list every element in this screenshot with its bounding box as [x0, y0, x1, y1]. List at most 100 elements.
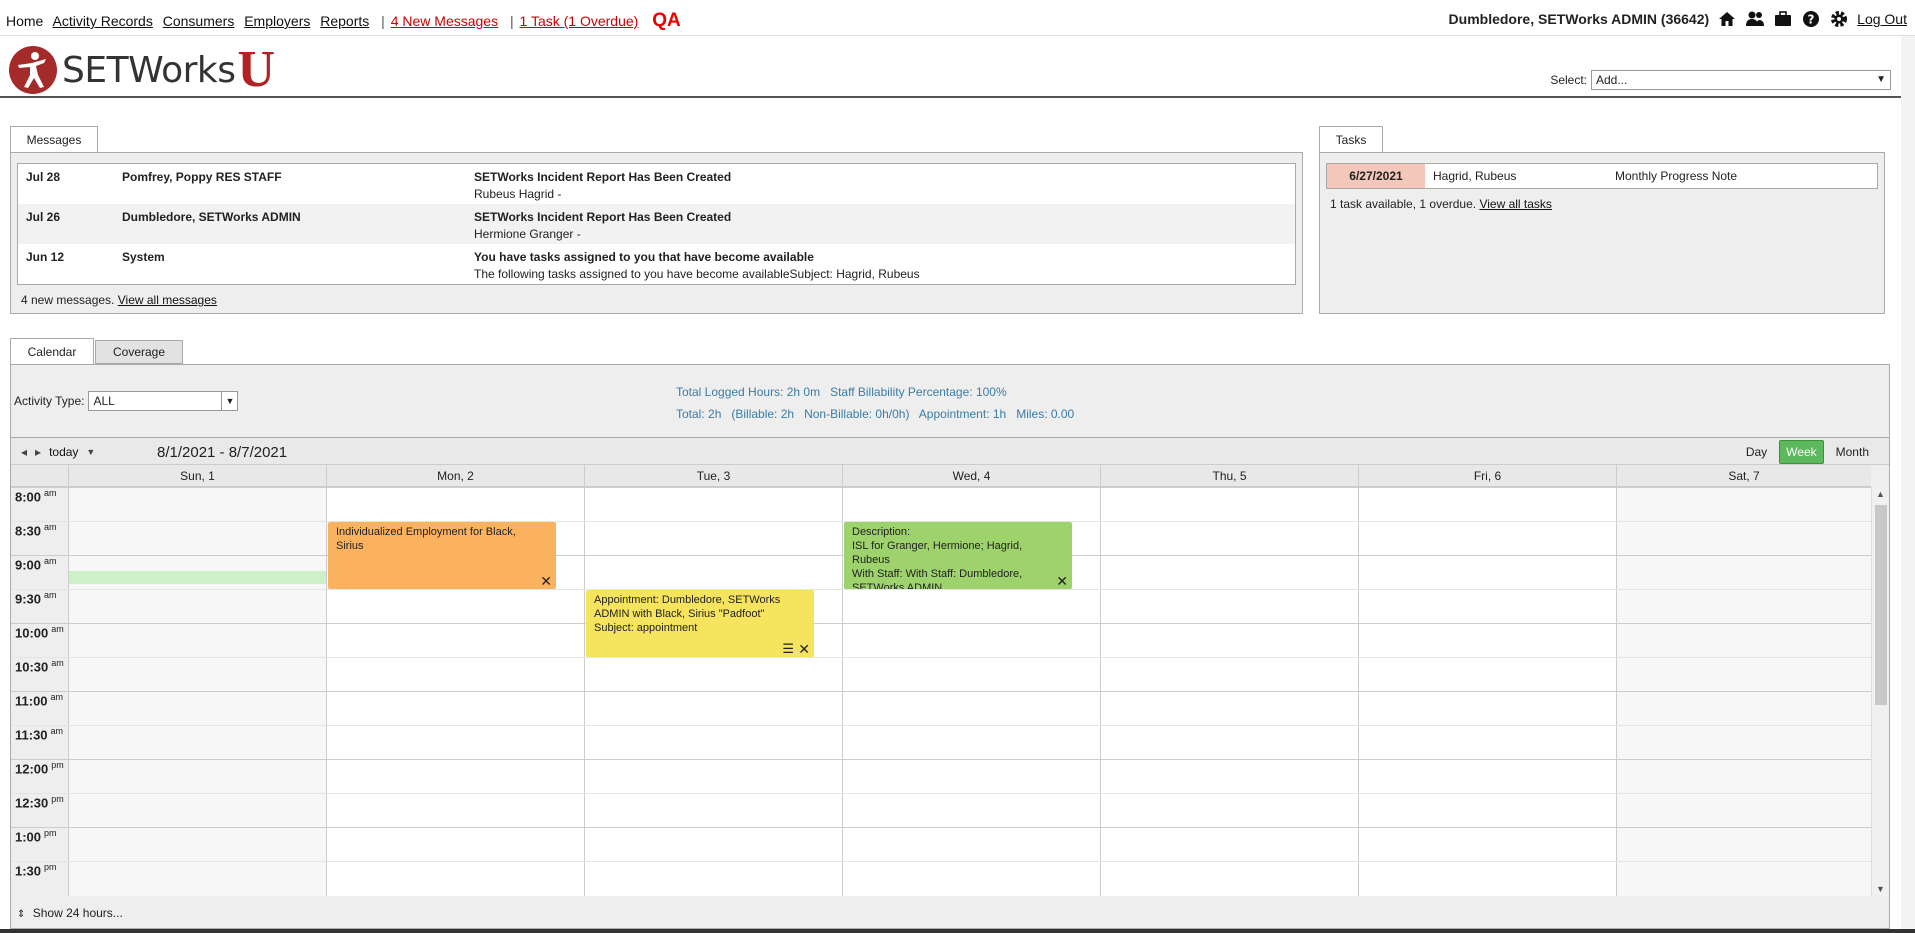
event-menu-icon[interactable]: ☰	[782, 642, 794, 656]
help-icon[interactable]: ?	[1801, 9, 1821, 29]
day-header-sat: Sat, 7	[1616, 465, 1871, 486]
close-icon[interactable]: ✕	[798, 642, 810, 656]
time-slot-row[interactable]: 10:30 am	[11, 657, 1871, 692]
scroll-up-icon[interactable]: ▲	[1876, 489, 1885, 499]
message-subject: SETWorks Incident Report Has Been Create…	[474, 170, 732, 184]
time-value: 1:00	[15, 829, 42, 845]
time-slot-row[interactable]: 8:00 am	[11, 487, 1871, 522]
user-name: Dumbledore, SETWorks ADMIN (36642)	[1448, 11, 1710, 27]
view-month-button[interactable]: Month	[1830, 440, 1875, 464]
message-from: Dumbledore, SETWorks ADMIN	[122, 210, 301, 224]
prev-week-icon[interactable]: ◂	[21, 445, 27, 459]
time-slot-row[interactable]: 11:00 am	[11, 691, 1871, 726]
time-slot-row[interactable]: 1:00 pm	[11, 827, 1871, 862]
logout-link[interactable]: Log Out	[1857, 11, 1907, 27]
time-value: 1:30	[15, 863, 42, 879]
top-nav: Home Activity Records Consumers Employer…	[0, 0, 1915, 36]
time-ampm: am	[51, 658, 64, 668]
day-header: Sun, 1 Mon, 2 Tue, 3 Wed, 4 Thu, 5 Fri, …	[11, 465, 1871, 487]
calendar-event[interactable]: Appointment: Dumbledore, SETWorks ADMIN w…	[586, 590, 814, 657]
message-subject: SETWorks Incident Report Has Been Create…	[474, 210, 732, 224]
time-slot-row[interactable]: 11:30 am	[11, 725, 1871, 760]
nav-tasks[interactable]: 1 Task (1 Overdue)	[520, 13, 639, 29]
view-all-messages-link[interactable]: View all messages	[118, 293, 217, 307]
event-text: SETWorks ADMIN	[852, 582, 943, 589]
page-scrollbar[interactable]	[1901, 36, 1915, 929]
activity-type-select[interactable]: ALL ▼	[88, 391, 239, 411]
activity-type-value: ALL	[93, 394, 115, 408]
messages-footer: 4 new messages. View all messages	[21, 293, 217, 307]
message-row[interactable]: Jul 26 Dumbledore, SETWorks ADMIN SETWor…	[18, 204, 1295, 244]
message-row[interactable]: Jul 28 Pomfrey, Poppy RES STAFF SETWorks…	[18, 164, 1295, 204]
time-ampm: am	[44, 522, 57, 532]
close-icon[interactable]: ✕	[540, 574, 552, 588]
time-value: 12:30	[15, 795, 49, 811]
calendar-scrollbar[interactable]: ▲ ▼	[1871, 487, 1889, 896]
tab-coverage[interactable]: Coverage	[95, 340, 183, 364]
time-ampm: am	[44, 488, 57, 498]
time-slot-row[interactable]: 12:30 pm	[11, 793, 1871, 828]
nav-employers[interactable]: Employers	[244, 13, 310, 29]
nav-new-messages[interactable]: 4 New Messages	[391, 13, 498, 29]
tab-calendar[interactable]: Calendar	[10, 338, 94, 364]
nav-home[interactable]: Home	[6, 13, 43, 29]
user-box: Dumbledore, SETWorks ADMIN (36642) ? Log…	[1449, 9, 1907, 29]
time-value: 8:30	[15, 523, 42, 539]
briefcase-icon[interactable]	[1773, 9, 1793, 29]
time-slot-row[interactable]: 10:00 am	[11, 623, 1871, 658]
bottom-edge	[0, 929, 1915, 933]
calendar-nav: ◂ ▸ today ▼	[21, 445, 103, 459]
scroll-down-icon[interactable]: ▼	[1876, 884, 1885, 894]
scrollbar-thumb[interactable]	[1875, 505, 1887, 705]
qa-badge: QA	[652, 10, 681, 31]
nav-consumers[interactable]: Consumers	[163, 13, 235, 29]
message-row[interactable]: Jun 12 System You have tasks assigned to…	[18, 244, 1295, 284]
view-week-button[interactable]: Week	[1779, 440, 1824, 464]
time-ampm: pm	[44, 862, 57, 872]
event-text: Description:	[852, 526, 911, 538]
view-all-tasks-link[interactable]: View all tasks	[1479, 197, 1551, 211]
task-row[interactable]: 6/27/2021 Hagrid, Rubeus Monthly Progres…	[1326, 163, 1878, 189]
tab-tasks[interactable]: Tasks	[1319, 126, 1383, 152]
svg-text:?: ?	[1808, 13, 1815, 27]
message-body: Hermione Granger -	[474, 227, 581, 241]
view-day-button[interactable]: Day	[1740, 440, 1773, 464]
activity-type-filter: Activity Type: ALL ▼	[14, 391, 239, 411]
today-button[interactable]: today	[49, 445, 78, 459]
message-subject-block: You have tasks assigned to you that have…	[474, 250, 920, 284]
time-ampm: am	[44, 590, 57, 600]
time-value: 11:30	[15, 727, 48, 743]
next-week-icon[interactable]: ▸	[35, 445, 41, 459]
calendar-event[interactable]: Individualized Employment for Black, Siri…	[328, 522, 556, 589]
time-slot-row[interactable]: 9:30 am	[11, 589, 1871, 624]
date-range: 8/1/2021 - 8/7/2021	[157, 444, 288, 461]
task-name: Monthly Progress Note	[1615, 169, 1738, 183]
add-select[interactable]: Add... ▼	[1591, 70, 1891, 90]
message-date: Jun 12	[26, 250, 65, 264]
time-ampm: am	[50, 692, 64, 702]
close-icon[interactable]: ✕	[1056, 574, 1068, 588]
users-icon[interactable]	[1745, 9, 1765, 29]
message-body: The following tasks assigned to you have…	[474, 267, 920, 281]
message-subject: You have tasks assigned to you that have…	[474, 250, 814, 264]
nav-reports[interactable]: Reports	[320, 13, 369, 29]
activity-type-label: Activity Type:	[14, 394, 85, 408]
time-value: 9:00	[15, 557, 42, 573]
gear-icon[interactable]	[1829, 9, 1849, 29]
show-24-hours[interactable]: ⇕ Show 24 hours...	[11, 896, 1889, 928]
add-select-value: Add...	[1596, 73, 1628, 87]
calendar-grid[interactable]: 8:00 am 8:30 am 9:00 am 9:30 am 10:00 am 10:30 am 11…	[11, 487, 1871, 896]
time-ampm: am	[44, 556, 57, 566]
calendar-event[interactable]: Description: ISL for Granger, Hermione; H…	[844, 522, 1072, 589]
tasks-footer: 1 task available, 1 overdue. View all ta…	[1330, 197, 1552, 211]
nav-activity-records[interactable]: Activity Records	[52, 13, 152, 29]
time-slot-row[interactable]: 1:30 pm	[11, 861, 1871, 896]
today-dropdown-icon[interactable]: ▼	[86, 447, 95, 457]
calendar-toolbar: ◂ ▸ today ▼ 8/1/2021 - 8/7/2021 Day Week…	[11, 437, 1889, 465]
home-icon[interactable]	[1717, 9, 1737, 29]
tasks-count: 1 task available, 1 overdue.	[1330, 197, 1477, 211]
tab-messages[interactable]: Messages	[10, 126, 98, 152]
time-label: 8:30 am	[11, 522, 68, 556]
nav-links: Home Activity Records Consumers Employer…	[6, 10, 681, 32]
time-slot-row[interactable]: 12:00 pm	[11, 759, 1871, 794]
